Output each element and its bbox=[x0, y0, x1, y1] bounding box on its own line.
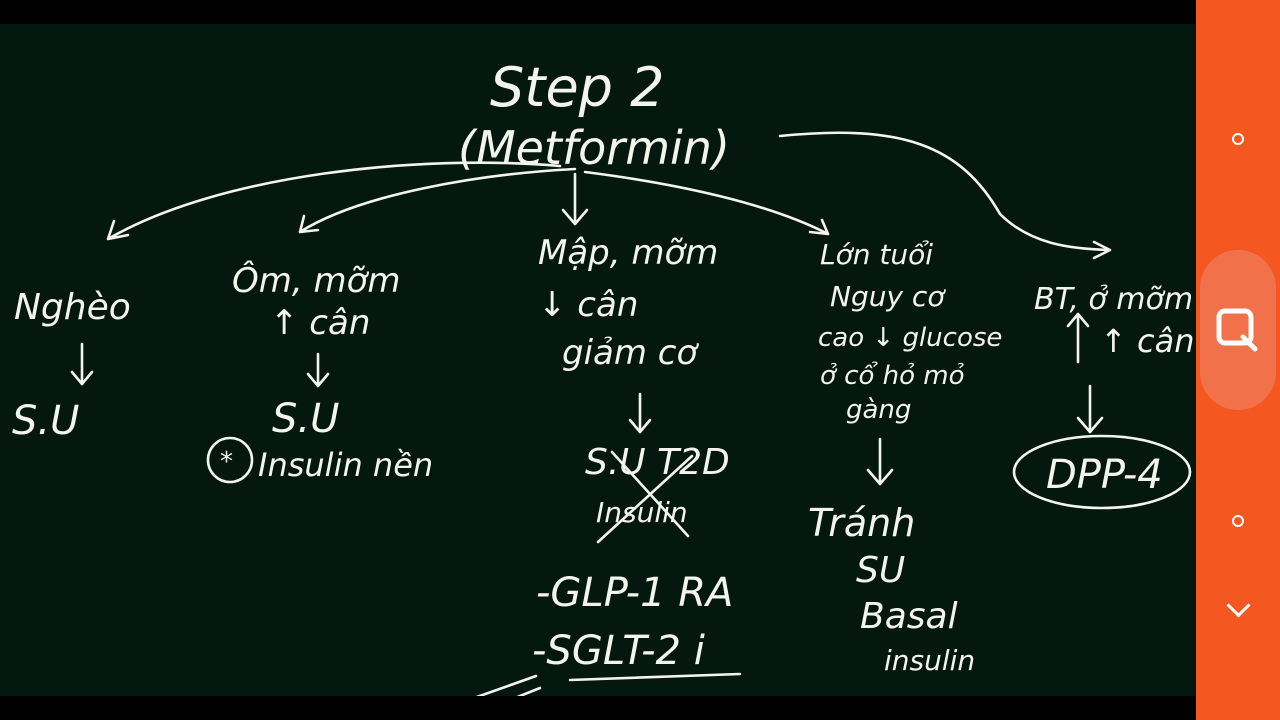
branch-3-option-2: -SGLT-2 i bbox=[532, 628, 705, 674]
star-icon: * bbox=[220, 447, 233, 477]
chalkboard: Step 2 (Metformin) Nghèo S.U Ôm, mỡm ↑ c… bbox=[0, 24, 1196, 696]
nav-circle-button-top[interactable] bbox=[1196, 114, 1280, 164]
down-arrow-3 bbox=[628, 392, 652, 434]
branch-4-after-3: insulin bbox=[884, 644, 975, 677]
branch-4-line-1: Lớn tuổi bbox=[820, 238, 933, 271]
branch-3-line-1: Mập, mỡm bbox=[538, 233, 718, 273]
branch-2-note: Insulin nền bbox=[258, 446, 433, 484]
chevron-down-icon bbox=[1225, 592, 1251, 618]
branch-4-result: Tránh bbox=[808, 501, 915, 545]
branch-3-line-3: giảm cơ bbox=[562, 333, 699, 373]
branch-3-result: S.U T2D bbox=[585, 442, 730, 483]
board-drawing: Step 2 (Metformin) Nghèo S.U Ôm, mỡm ↑ c… bbox=[12, 56, 1194, 696]
subtitle-text: (Metformin) bbox=[458, 121, 730, 175]
up-arrow-5 bbox=[1066, 312, 1090, 364]
circle-icon bbox=[1232, 515, 1244, 527]
branch-1-line-1: Nghèo bbox=[14, 287, 131, 328]
down-arrow-5 bbox=[1076, 384, 1104, 434]
branch-5-result: DPP-4 bbox=[1046, 452, 1163, 498]
nav-collapse-button[interactable] bbox=[1196, 584, 1280, 634]
arrow-branch-3 bbox=[561, 172, 589, 226]
branch-4-line-3: cao ↓ glucose bbox=[818, 323, 1002, 353]
nav-search-button[interactable] bbox=[1200, 250, 1276, 410]
branch-5-line-2: ↑ cân bbox=[1100, 322, 1194, 360]
title-text: Step 2 bbox=[490, 56, 664, 119]
video-area: Step 2 (Metformin) Nghèo S.U Ôm, mỡm ↑ c… bbox=[0, 0, 1196, 720]
branch-4-after-2: Basal bbox=[860, 596, 958, 637]
branch-4-after-1: SU bbox=[856, 550, 905, 591]
circle-icon bbox=[1232, 133, 1244, 145]
branch-4-line-5: gàng bbox=[846, 395, 911, 425]
branch-3-option-1: -GLP-1 RA bbox=[536, 570, 733, 616]
branch-1-result: S.U bbox=[12, 398, 79, 444]
down-arrow-4 bbox=[866, 437, 894, 486]
arrow-branch-2 bbox=[298, 167, 577, 234]
down-arrow-2 bbox=[306, 352, 330, 388]
nav-circle-button-bottom[interactable] bbox=[1196, 496, 1280, 546]
branch-2-line-2: ↑ cân bbox=[270, 303, 370, 343]
down-arrow-1 bbox=[70, 342, 94, 386]
navigation-panel bbox=[1196, 0, 1280, 720]
branch-2-line-1: Ôm, mỡm bbox=[232, 260, 401, 301]
arrow-branch-4 bbox=[583, 170, 830, 236]
underline-sglt2 bbox=[568, 672, 742, 682]
branch-3-line-2: ↓ cân bbox=[538, 285, 638, 325]
search-square-icon bbox=[1216, 308, 1258, 352]
branch-4-line-2: Nguy cơ bbox=[830, 280, 946, 313]
double-arrow bbox=[475, 674, 542, 696]
branch-5-line-1: BT, ở mỡm bbox=[1034, 282, 1193, 317]
branch-2-result: S.U bbox=[272, 396, 339, 442]
branch-4-line-4: ở cổ hỏ mỏ bbox=[820, 360, 965, 391]
